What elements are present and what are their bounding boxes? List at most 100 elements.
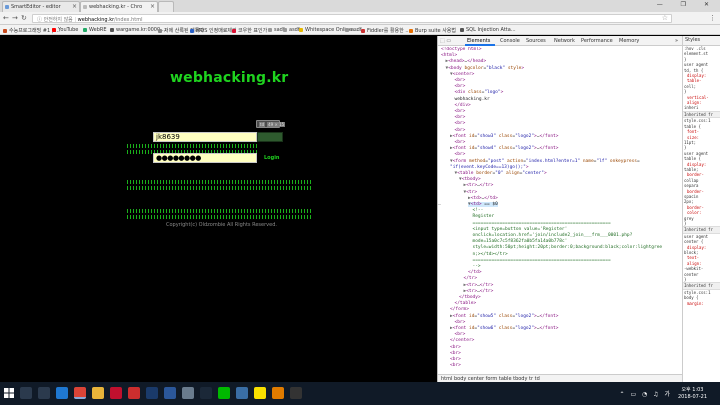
login-button[interactable]: Login <box>264 155 279 161</box>
bookmark-favicon-icon <box>158 29 162 33</box>
chrome-icon[interactable] <box>74 387 86 399</box>
devtools-tab-sources[interactable]: Sources <box>526 38 546 44</box>
window-controls[interactable]: — ❐ ✕ <box>657 1 717 8</box>
bookmark-favicon-icon <box>283 28 287 32</box>
bookmark-label: Fiddler를 활용한 ... <box>367 28 411 34</box>
tab-label: webhacking.kr - Chro <box>89 4 143 10</box>
devtools-tab-console[interactable]: Console <box>500 38 520 44</box>
bookmark-label: YouTube <box>58 27 79 33</box>
tooltip-tag: td <box>259 122 266 127</box>
dom-node[interactable]: <br> <box>450 363 461 369</box>
bookmark-label: 코우한 표인가 <box>238 28 268 34</box>
bookmark-item[interactable]: YouTube <box>52 27 78 33</box>
decorative-dots <box>127 215 313 219</box>
dom-node[interactable]: ▶<font id="show3" class="logo2">…</font> <box>450 134 558 140</box>
devtools-tab-more[interactable]: » <box>675 38 678 44</box>
bookmark-item[interactable]: MOS 인정매료제기 <box>190 27 237 34</box>
explorer-icon[interactable] <box>92 387 104 399</box>
inspect-tooltip: td 49 × 15 <box>256 120 286 128</box>
app-icon[interactable] <box>128 387 140 399</box>
styles-rules: :hov .cls element.st} user agent td, th {di… <box>683 46 720 306</box>
style-rule-line: margin: <box>687 300 704 306</box>
terminal-icon[interactable] <box>290 387 302 399</box>
address-toolbar: ← → ↻ ⓘ 안전하지 않음 | webhacking.kr/index.ht… <box>0 12 720 25</box>
dom-node[interactable]: ▶<font id="show5" class="logo2">…</font> <box>450 314 558 320</box>
password-input[interactable]: ●●●●●●●● <box>153 153 257 163</box>
windows-start-icon[interactable] <box>4 388 14 398</box>
dom-node[interactable]: ▶<font id="show4" class="logo2">…</font> <box>450 146 558 152</box>
new-tab-button[interactable] <box>158 1 174 12</box>
bookmark-item[interactable]: asdf <box>345 27 362 33</box>
bookmark-item[interactable]: 코우한 표인가 <box>232 27 267 34</box>
bookmark-item[interactable]: Fiddler를 활용한 ... <box>361 27 410 34</box>
line-icon[interactable] <box>218 387 230 399</box>
styles-section-header: Inherited fr <box>683 110 720 119</box>
devtools-tab-performance[interactable]: Performance <box>581 38 613 44</box>
bookmark-favicon-icon <box>299 28 303 32</box>
bookmark-favicon-icon <box>83 28 87 32</box>
inspect-icon[interactable]: ⬚ ▭ <box>440 38 451 44</box>
url-path: /index.html <box>114 17 143 23</box>
app2-icon[interactable] <box>272 387 284 399</box>
security-indicator[interactable]: ⓘ 안전하지 않음 <box>37 17 73 23</box>
chrome-menu-icon[interactable]: ⋮ <box>709 14 716 22</box>
bookmark-label: MOS 인정매료제기 <box>196 28 237 34</box>
tooltip-size: 49 × 15 <box>267 122 286 127</box>
dom-node[interactable]: ========================================… <box>473 258 611 264</box>
forward-icon[interactable]: → <box>12 14 18 22</box>
bookmark-favicon-icon <box>345 28 349 32</box>
styles-section-header: Inherited fr <box>683 226 720 234</box>
photoshop-icon[interactable] <box>146 387 158 399</box>
browser-tabbar: SmartEditor - editor × webhacking.kr - C… <box>0 0 720 12</box>
id-input[interactable]: jk8639 <box>153 132 257 142</box>
kakao-icon[interactable] <box>254 387 266 399</box>
back-icon[interactable]: ← <box>3 14 9 22</box>
tab-smarteditor[interactable]: SmartEditor - editor × <box>2 1 80 12</box>
taskbar-clock[interactable]: 오후 1:03 2018-07-21 <box>678 387 707 401</box>
bookmark-favicon-icon <box>110 28 114 32</box>
decorative-dots <box>127 180 313 184</box>
bookmark-star-icon[interactable]: ☆ <box>662 14 668 22</box>
devtools-tabs: ⬚ ▭ Elements Console Sources Network Perform… <box>438 36 682 46</box>
bookmark-favicon-icon <box>52 28 56 32</box>
word-icon[interactable] <box>164 387 176 399</box>
close-icon[interactable]: × <box>150 3 155 10</box>
dom-node[interactable]: ▶<font id="show6" class="logo2">…</font> <box>450 326 558 332</box>
edge-icon[interactable] <box>56 387 68 399</box>
styles-tab[interactable]: Styles <box>683 36 720 46</box>
bookmark-item[interactable]: SQL Injection Atta... <box>460 27 516 33</box>
styles-pane[interactable]: Styles :hov .cls element.st} user agent td,… <box>682 36 720 382</box>
task-view-icon[interactable] <box>38 387 50 399</box>
elements-tree[interactable]: <!doctype html> <html> ▶<head>…</head> ▼<bo… <box>438 47 682 374</box>
vm-icon[interactable] <box>182 387 194 399</box>
search-icon[interactable] <box>20 387 32 399</box>
mcafee-icon[interactable] <box>110 387 122 399</box>
store-icon[interactable] <box>236 387 248 399</box>
webpage-viewport: webhacking.kr td 49 × 15 jk8639 ●●●●●●●● … <box>0 36 437 382</box>
bookmark-label: WebRE <box>89 27 107 33</box>
reload-icon[interactable]: ↻ <box>21 14 27 22</box>
bookmark-favicon-icon <box>460 28 464 32</box>
clock-date: 2018-07-21 <box>677 394 707 400</box>
active-tab-indicator <box>465 44 495 46</box>
dom-breadcrumb[interactable]: html body center form table tbody tr td <box>438 374 682 382</box>
devtools-tab-network[interactable]: Network <box>554 38 575 44</box>
bookmark-favicon-icon <box>361 29 365 33</box>
tab-label: SmartEditor - editor <box>11 4 61 10</box>
bookmark-favicon-icon <box>3 29 7 33</box>
system-tray[interactable]: ⌃ ▭ ◔ ♫ 가 <box>620 389 672 398</box>
tab-webhacking[interactable]: webhacking.kr - Chro × <box>80 1 158 12</box>
bookmark-item[interactable]: Burp suite 사용법 <box>409 27 456 34</box>
steam-icon[interactable] <box>200 387 212 399</box>
favicon-icon <box>5 5 9 9</box>
bookmark-favicon-icon <box>232 29 236 33</box>
highlighted-td <box>257 132 283 142</box>
url-bar[interactable]: ⓘ 안전하지 않음 | webhacking.kr/index.html <box>32 14 672 23</box>
devtools-tab-memory[interactable]: Memory <box>619 38 639 44</box>
decorative-dots <box>127 209 313 213</box>
bookmark-item[interactable]: WebRE <box>83 27 107 33</box>
close-icon[interactable]: × <box>72 3 77 10</box>
clock-time: 오후 1:03 <box>681 387 704 393</box>
bookmark-item[interactable]: asdf <box>283 27 300 33</box>
bookmark-label: SQL Injection Atta... <box>466 27 516 33</box>
